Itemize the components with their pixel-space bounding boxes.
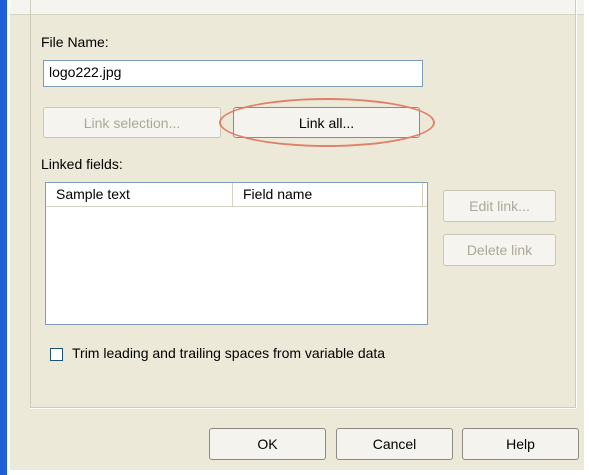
- group-border-bottom: [30, 407, 576, 409]
- edit-link-button[interactable]: Edit link...: [443, 190, 556, 222]
- linked-fields-label: Linked fields:: [41, 156, 123, 172]
- trim-spaces-label-text: Trim leading and trailing spaces from va…: [72, 345, 386, 361]
- cancel-button[interactable]: Cancel: [336, 428, 453, 460]
- group-top-edge: [10, 0, 584, 15]
- link-dialog: File Name: logo222.jpg Link selection...…: [10, 0, 584, 470]
- link-selection-button[interactable]: Link selection...: [43, 107, 221, 138]
- column-header-field-name[interactable]: Field name: [233, 183, 423, 206]
- group-border-left: [30, 0, 31, 408]
- column-header-sample-text[interactable]: Sample text: [46, 183, 233, 206]
- help-button[interactable]: Help: [462, 428, 579, 460]
- file-name-input[interactable]: logo222.jpg: [43, 60, 423, 87]
- trim-spaces-checkbox[interactable]: [50, 348, 63, 361]
- file-name-label: File Name:: [41, 34, 109, 50]
- window-frame-left-edge: [0, 0, 7, 475]
- list-header: Sample text Field name: [46, 183, 427, 207]
- linked-fields-list[interactable]: Sample text Field name: [45, 182, 428, 325]
- group-border-right: [575, 0, 577, 408]
- link-all-button[interactable]: Link all...: [233, 107, 420, 138]
- ok-button[interactable]: OK: [209, 428, 326, 460]
- trim-spaces-label[interactable]: Trim leading and trailing spaces from va…: [72, 345, 385, 361]
- delete-link-button[interactable]: Delete link: [443, 234, 556, 266]
- linked-fields-label-text: Linked fields:: [41, 156, 123, 172]
- file-name-label-text: File Name:: [41, 34, 109, 50]
